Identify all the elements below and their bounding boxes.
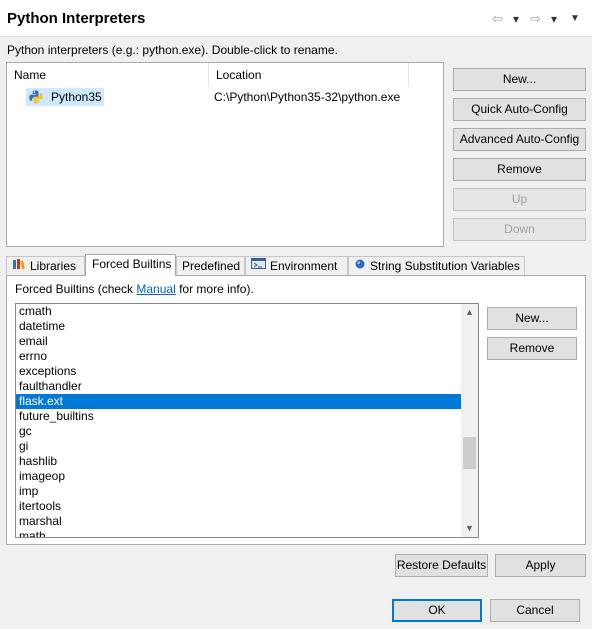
tab-label: Forced Builtins: [92, 257, 172, 271]
forward-dropdown-icon[interactable]: ▾: [551, 12, 557, 26]
tab-label: Libraries: [30, 259, 77, 273]
interpreter-name[interactable]: Python35: [51, 88, 102, 106]
scroll-thumb[interactable]: [463, 437, 476, 469]
tab-libraries[interactable]: Libraries: [6, 256, 85, 275]
list-item[interactable]: math: [16, 529, 462, 537]
tab-environment[interactable]: Environment: [245, 256, 348, 275]
view-menu-icon[interactable]: ▼: [570, 13, 580, 24]
down-button[interactable]: Down: [453, 218, 586, 241]
list-scrollbar[interactable]: ▲ ▼: [461, 304, 478, 537]
info-text-prefix: Forced Builtins (check: [15, 282, 137, 296]
back-dropdown-icon[interactable]: ▾: [513, 12, 519, 26]
page-title: Python Interpreters: [7, 10, 146, 27]
remove-interpreter-button[interactable]: Remove: [453, 158, 586, 181]
list-item[interactable]: itertools: [16, 499, 462, 514]
apply-button[interactable]: Apply: [495, 554, 586, 577]
info-text-suffix: for more info).: [175, 282, 254, 296]
forward-arrow-icon[interactable]: ⇨: [530, 11, 541, 27]
restore-defaults-button[interactable]: Restore Defaults: [395, 554, 488, 577]
new-builtin-button[interactable]: New...: [487, 307, 577, 330]
ok-button[interactable]: OK: [392, 599, 482, 622]
description-text: Python interpreters (e.g.: python.exe). …: [7, 43, 338, 57]
list-item[interactable]: errno: [16, 349, 462, 364]
column-header-location[interactable]: Location: [209, 63, 409, 87]
list-item[interactable]: email: [16, 334, 462, 349]
variable-icon: [354, 257, 366, 276]
manual-link[interactable]: Manual: [136, 282, 175, 296]
list-item[interactable]: gc: [16, 424, 462, 439]
list-item[interactable]: gi: [16, 439, 462, 454]
forced-builtins-list[interactable]: cmath datetime email errno exceptions faultha…: [15, 303, 479, 538]
list-item[interactable]: imp: [16, 484, 462, 499]
list-item[interactable]: datetime: [16, 319, 462, 334]
list-item[interactable]: flask.ext: [16, 394, 462, 409]
back-arrow-icon[interactable]: ⇦: [492, 11, 503, 27]
tab-string-substitution[interactable]: String Substitution Variables: [348, 256, 525, 275]
list-item[interactable]: future_builtins: [16, 409, 462, 424]
quick-auto-config-button[interactable]: Quick Auto-Config: [453, 98, 586, 121]
up-button[interactable]: Up: [453, 188, 586, 211]
scroll-up-icon[interactable]: ▲: [461, 304, 478, 321]
remove-builtin-button[interactable]: Remove: [487, 337, 577, 360]
advanced-auto-config-button[interactable]: Advanced Auto-Config: [453, 128, 586, 151]
tab-label: Environment: [270, 259, 338, 273]
list-item[interactable]: imageop: [16, 469, 462, 484]
column-header-name[interactable]: Name: [7, 63, 209, 87]
settings-tabs: Libraries Forced Builtins Predefined Env…: [6, 254, 586, 276]
interpreter-location[interactable]: C:\Python\Python35-32\python.exe: [214, 88, 400, 106]
cancel-button[interactable]: Cancel: [490, 599, 580, 622]
tab-label: Predefined: [182, 259, 241, 273]
scroll-down-icon[interactable]: ▼: [461, 520, 478, 537]
list-item[interactable]: faulthandler: [16, 379, 462, 394]
tab-predefined[interactable]: Predefined: [176, 256, 245, 275]
environment-icon: [251, 257, 266, 276]
new-interpreter-button[interactable]: New...: [453, 68, 586, 91]
list-item[interactable]: cmath: [16, 304, 462, 319]
tab-label: String Substitution Variables: [370, 259, 520, 273]
list-item[interactable]: marshal: [16, 514, 462, 529]
forced-builtins-info: Forced Builtins (check Manual for more i…: [15, 282, 254, 296]
tab-forced-builtins[interactable]: Forced Builtins: [85, 254, 176, 276]
list-item[interactable]: exceptions: [16, 364, 462, 379]
list-item[interactable]: hashlib: [16, 454, 462, 469]
interpreters-table[interactable]: Name Location Python35 C:\Python\Python3…: [6, 62, 444, 247]
libraries-icon: [12, 257, 26, 276]
python-icon: [28, 89, 44, 105]
